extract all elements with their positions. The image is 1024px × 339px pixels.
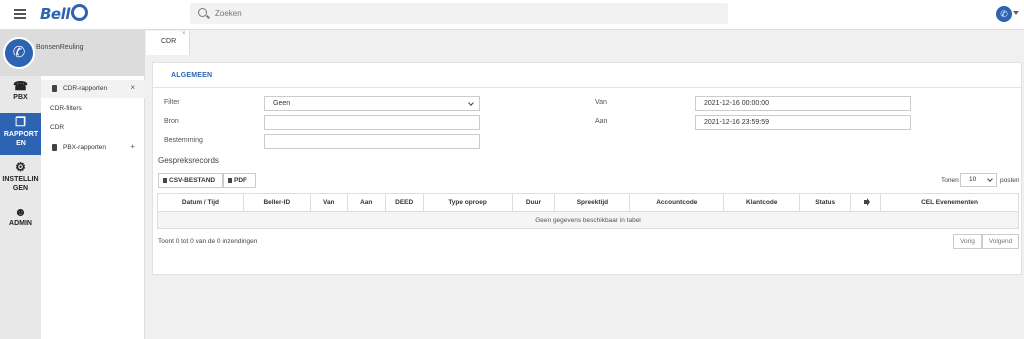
rail-item-pbx[interactable]: ☎ PBX <box>0 80 41 108</box>
rail-item-rapporten[interactable]: ❐ RAPPORTEN <box>0 113 41 155</box>
submenu-item-pbx-rapporten[interactable]: PBX-rapporten + <box>41 139 145 157</box>
tab-label: CDR <box>161 38 177 45</box>
submenu-item-label: CDR <box>50 124 65 131</box>
rail-item-label: PBX <box>13 94 28 101</box>
pagination-previous-button[interactable]: Vorig <box>953 234 982 249</box>
file-icon <box>163 178 167 183</box>
rail-item-label: INSTELLINGEN <box>2 176 39 192</box>
chevron-down-icon[interactable] <box>1013 11 1019 15</box>
reports-icon: ❐ <box>15 115 26 129</box>
csv-export-button[interactable]: CSV-BESTAND <box>158 173 223 188</box>
cdr-panel <box>152 62 1022 275</box>
column-header[interactable]: Datum / Tijd <box>157 193 244 212</box>
aan-date-field[interactable]: 2021-12-16 23:59:59 <box>695 115 911 130</box>
logo-q-mark <box>70 4 88 21</box>
pdf-export-button[interactable]: PDF <box>223 173 256 188</box>
column-header[interactable]: Van <box>309 193 348 212</box>
expand-icon[interactable]: + <box>130 142 135 151</box>
submenu-item-label: CDR-filters <box>50 105 82 112</box>
table-info: Toont 0 tot 0 van de 0 inzendingen <box>158 238 258 245</box>
avatar[interactable]: ✆ <box>3 37 35 69</box>
rail-item-label: RAPPORTEN <box>3 131 39 147</box>
file-icon <box>228 178 232 183</box>
bestemming-field[interactable] <box>264 134 480 149</box>
phone-icon: ☎ <box>13 79 28 93</box>
tab-bar <box>145 30 1024 55</box>
submenu-item-cdr-rapporten[interactable]: CDR-rapporten × <box>41 80 145 98</box>
van-label: Van <box>595 99 607 106</box>
empty-table-message: Geen gegevens beschikbaar in tabel <box>157 211 1019 229</box>
bron-label: Bron <box>164 118 179 125</box>
menu-icon[interactable] <box>14 9 26 20</box>
document-icon <box>52 144 57 151</box>
search-input[interactable] <box>215 6 715 21</box>
rail-item-instellingen[interactable]: ⚙ INSTELLINGEN <box>0 161 41 197</box>
column-header[interactable]: Beller-ID <box>242 193 311 212</box>
pagination-next-button[interactable]: Volgend <box>982 234 1019 249</box>
van-date-value: 2021-12-16 00:00:00 <box>704 100 769 107</box>
column-header[interactable]: Duur <box>511 193 556 212</box>
close-icon[interactable]: × <box>182 31 186 37</box>
close-icon[interactable]: × <box>130 83 135 92</box>
column-header[interactable]: Spreektijd <box>554 193 631 212</box>
column-header[interactable]: Type oproep <box>422 193 513 212</box>
table-header-row: Datum / Tijd Beller-ID Van Aan DEED Type… <box>157 193 1019 212</box>
aan-label: Aan <box>595 118 608 125</box>
csv-button-label: CSV-BESTAND <box>169 177 216 184</box>
bron-field[interactable] <box>264 115 480 130</box>
column-header[interactable]: CEL Evenementen <box>880 193 1019 212</box>
profile-name: BonsenReuling <box>36 44 84 51</box>
rail-item-label: ADMIN <box>9 220 32 227</box>
aan-date-value: 2021-12-16 23:59:59 <box>704 119 769 126</box>
speaker-icon <box>863 200 868 204</box>
filter-select[interactable]: Geen <box>264 96 480 111</box>
column-header[interactable]: Aan <box>346 193 386 212</box>
records-title: Gespreksrecords <box>158 156 219 165</box>
search-box[interactable] <box>190 3 728 24</box>
column-header[interactable]: Klantcode <box>723 193 801 212</box>
submenu-item-cdr-filters[interactable]: CDR-filters <box>41 100 145 118</box>
page-size-value: 10 <box>969 176 977 183</box>
filter-label: Filter <box>164 99 180 106</box>
bestemming-label: Bestemming <box>164 137 203 144</box>
logo[interactable]: Bell <box>40 4 88 23</box>
pdf-button-label: PDF <box>234 177 247 184</box>
table-row: Geen gegevens beschikbaar in tabel <box>157 211 1019 229</box>
submenu: CDR-rapporten × CDR-filters CDR PBX-rapp… <box>41 76 145 339</box>
top-bar: Bell ✆ <box>0 0 1024 30</box>
filter-value: Geen <box>273 100 291 107</box>
van-date-field[interactable]: 2021-12-16 00:00:00 <box>695 96 911 111</box>
panel-heading-text: ALGEMEEN <box>171 72 213 79</box>
admin-icon: ☻ <box>14 205 27 219</box>
column-header[interactable]: Accountcode <box>629 193 725 212</box>
search-icon <box>198 8 207 17</box>
logo-text: Bell <box>40 5 70 23</box>
rail-item-admin[interactable]: ☻ ADMIN <box>0 206 41 232</box>
records-table: Datum / Tijd Beller-ID Van Aan DEED Type… <box>157 193 1019 229</box>
column-header-audio[interactable] <box>850 193 882 212</box>
show-suffix: posten <box>1000 177 1020 184</box>
submenu-item-label: PBX-rapporten <box>63 144 106 151</box>
submenu-item-cdr[interactable]: CDR <box>41 119 145 137</box>
show-label: Tonen <box>941 177 959 184</box>
document-icon <box>52 85 57 92</box>
phone-status-icon[interactable]: ✆ <box>996 6 1012 22</box>
column-header[interactable]: DEED <box>384 193 424 212</box>
page-size-select[interactable]: 10 <box>960 173 997 187</box>
tab-cdr[interactable]: CDR × <box>146 31 190 55</box>
column-header[interactable]: Status <box>799 193 852 212</box>
submenu-item-label: CDR-rapporten <box>63 85 108 92</box>
gears-icon: ⚙ <box>15 160 26 174</box>
panel-heading: ALGEMEEN <box>153 63 1021 88</box>
